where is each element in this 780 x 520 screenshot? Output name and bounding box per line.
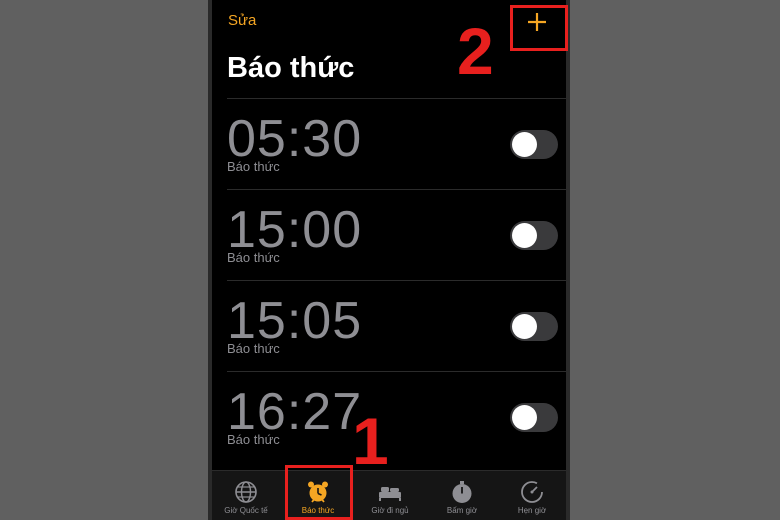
tab-label: Giờ Quốc tế — [224, 506, 268, 515]
toggle-knob — [512, 223, 537, 248]
step-number-2: 2 — [457, 14, 494, 88]
alarm-row[interactable]: 05:30 Báo thức — [227, 98, 570, 189]
alarm-label: Báo thức — [227, 341, 280, 356]
alarm-row[interactable]: 15:05 Báo thức — [227, 280, 570, 371]
alarm-label: Báo thức — [227, 250, 280, 265]
tab-label: Hẹn giờ — [517, 506, 547, 515]
phone-screen: Sửa Báo thức 05:30 Báo thức 15:00 Báo th… — [208, 0, 570, 520]
alarm-toggle[interactable] — [510, 403, 558, 432]
alarm-label: Báo thức — [227, 432, 280, 447]
alarm-toggle[interactable] — [510, 312, 558, 341]
highlight-box-alarm-tab — [285, 465, 353, 520]
alarm-row[interactable]: 16:27 Báo thức — [227, 371, 570, 462]
alarm-toggle[interactable] — [510, 221, 558, 250]
stopwatch-icon — [452, 481, 472, 503]
edit-button[interactable]: Sửa — [228, 12, 256, 29]
page-title: Báo thức — [227, 52, 355, 84]
alarm-list: 05:30 Báo thức 15:00 Báo thức 15:05 Báo … — [227, 98, 570, 462]
globe-icon — [235, 481, 257, 503]
toggle-knob — [512, 314, 537, 339]
phone-frame-right — [566, 0, 570, 520]
timer-icon — [521, 481, 543, 503]
bed-icon — [379, 487, 401, 501]
tab-label: Giờ đi ngủ — [371, 506, 409, 515]
step-number-1: 1 — [352, 404, 389, 478]
tab-stopwatch[interactable]: Bấm giờ — [426, 475, 498, 520]
alarm-row[interactable]: 15:00 Báo thức — [227, 189, 570, 280]
tab-label: Bấm giờ — [446, 506, 478, 515]
tab-timer[interactable]: Hẹn giờ — [496, 475, 568, 520]
highlight-box-add — [510, 5, 568, 51]
tab-world-clock[interactable]: Giờ Quốc tế — [210, 475, 282, 520]
tab-bar: Giờ Quốc tế Báo thức Giờ đi ngủ Bấm giờ … — [208, 470, 570, 520]
alarm-label: Báo thức — [227, 159, 280, 174]
tab-bedtime[interactable]: Giờ đi ngủ — [354, 475, 426, 520]
toggle-knob — [512, 132, 537, 157]
toggle-knob — [512, 405, 537, 430]
alarm-toggle[interactable] — [510, 130, 558, 159]
phone-frame-left — [208, 0, 212, 520]
